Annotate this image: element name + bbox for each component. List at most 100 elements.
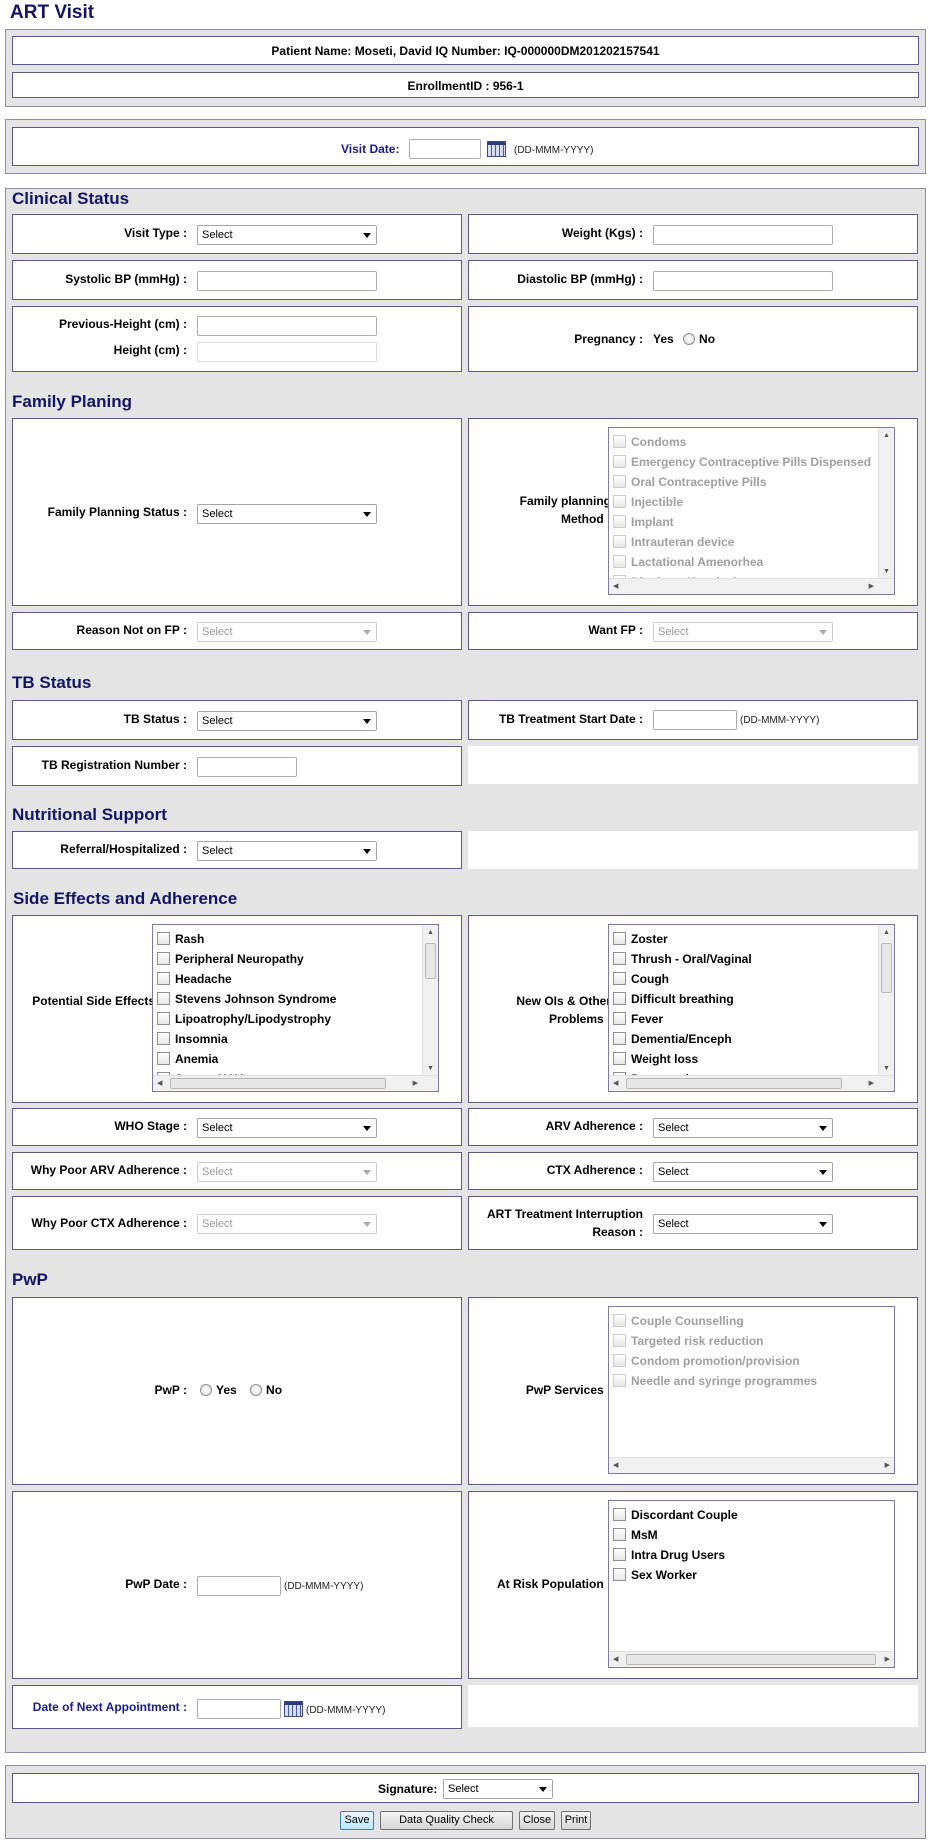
- scroll-up-arrow-icon[interactable]: ▲: [883, 929, 890, 937]
- ctx-adherence-select[interactable]: Select: [653, 1162, 833, 1182]
- scroll-right-arrow-icon[interactable]: ▶: [413, 1080, 418, 1088]
- save-button[interactable]: Save: [340, 1811, 374, 1830]
- list-item[interactable]: Peripheral Neuropathy: [157, 949, 304, 969]
- scrollbar-thumb[interactable]: [881, 943, 892, 993]
- checkbox[interactable]: [613, 555, 626, 568]
- checkbox[interactable]: [613, 1374, 626, 1387]
- data-quality-check-button[interactable]: Data Quality Check: [380, 1811, 513, 1830]
- checkbox[interactable]: [613, 1052, 626, 1065]
- arv-adherence-select[interactable]: Select: [653, 1118, 833, 1138]
- vertical-scrollbar[interactable]: ▲ ▼: [422, 925, 438, 1077]
- new-ois-list[interactable]: Zoster Thrush - Oral/Vaginal Cough Difficul…: [608, 924, 895, 1092]
- scroll-left-arrow-icon[interactable]: ◀: [613, 1080, 618, 1088]
- referral-select[interactable]: Select: [197, 841, 377, 861]
- scroll-down-arrow-icon[interactable]: ▼: [883, 1065, 890, 1073]
- pwp-yes-label[interactable]: Yes: [216, 1383, 237, 1397]
- list-item[interactable]: Oral Contraceptive Pills: [613, 472, 766, 492]
- checkbox[interactable]: [157, 972, 170, 985]
- list-item[interactable]: Difficult breathing: [613, 989, 734, 1009]
- checkbox[interactable]: [613, 972, 626, 985]
- tb-start-input[interactable]: [653, 710, 737, 730]
- scroll-up-arrow-icon[interactable]: ▲: [427, 929, 434, 937]
- interruption-select[interactable]: Select: [653, 1214, 833, 1234]
- scroll-right-arrow-icon[interactable]: ▶: [885, 1656, 890, 1664]
- checkbox[interactable]: [157, 992, 170, 1005]
- next-appointment-input[interactable]: [197, 1699, 281, 1719]
- horizontal-scrollbar[interactable]: ◀ ▶: [609, 1651, 894, 1667]
- horizontal-scrollbar[interactable]: ◀ ▶: [153, 1075, 438, 1091]
- list-item[interactable]: Targeted risk reduction: [613, 1331, 763, 1351]
- reason-not-fp-select[interactable]: Select: [197, 622, 377, 642]
- scroll-down-arrow-icon[interactable]: ▼: [883, 568, 890, 576]
- checkbox[interactable]: [613, 1568, 626, 1581]
- checkbox[interactable]: [613, 535, 626, 548]
- list-item[interactable]: Couple Counselling: [613, 1311, 744, 1331]
- signature-select[interactable]: Select: [443, 1779, 553, 1799]
- list-item[interactable]: Fever: [613, 1009, 663, 1029]
- checkbox[interactable]: [157, 952, 170, 965]
- why-poor-ctx-select[interactable]: Select: [197, 1214, 377, 1234]
- checkbox[interactable]: [157, 1052, 170, 1065]
- close-button[interactable]: Close: [519, 1811, 555, 1830]
- checkbox[interactable]: [613, 992, 626, 1005]
- checkbox[interactable]: [157, 1032, 170, 1045]
- side-effects-list[interactable]: Rash Peripheral Neuropathy Headache Stevens…: [152, 924, 439, 1092]
- horizontal-scrollbar[interactable]: ◀ ▶: [609, 1075, 894, 1091]
- scroll-right-arrow-icon[interactable]: ▶: [885, 1462, 890, 1470]
- checkbox[interactable]: [613, 1528, 626, 1541]
- vertical-scrollbar[interactable]: ▲ ▼: [878, 428, 894, 580]
- checkbox[interactable]: [613, 435, 626, 448]
- list-item[interactable]: Injectible: [613, 492, 683, 512]
- height-input[interactable]: [197, 342, 377, 362]
- list-item[interactable]: Needle and syringe programmes: [613, 1371, 817, 1391]
- horizontal-scrollbar[interactable]: ◀ ▶: [609, 1457, 894, 1473]
- pwp-services-list[interactable]: Couple Counselling Targeted risk reductio…: [608, 1306, 895, 1474]
- list-item[interactable]: Stevens Johnson Syndrome: [157, 989, 336, 1009]
- checkbox[interactable]: [157, 932, 170, 945]
- checkbox[interactable]: [613, 932, 626, 945]
- list-item[interactable]: Dementia/Enceph: [613, 1029, 732, 1049]
- fp-status-select[interactable]: Select: [197, 504, 377, 524]
- pregnancy-no-radio[interactable]: [683, 333, 696, 345]
- scroll-left-arrow-icon[interactable]: ◀: [613, 1656, 618, 1664]
- list-item[interactable]: Insomnia: [157, 1029, 228, 1049]
- checkbox[interactable]: [613, 475, 626, 488]
- visit-date-input[interactable]: [409, 139, 481, 159]
- who-stage-select[interactable]: Select: [197, 1118, 377, 1138]
- scrollbar-thumb[interactable]: [626, 1654, 876, 1665]
- systolic-input[interactable]: [197, 271, 377, 291]
- list-item[interactable]: Headache: [157, 969, 232, 989]
- checkbox[interactable]: [613, 1334, 626, 1347]
- list-item[interactable]: Cough: [613, 969, 669, 989]
- checkbox[interactable]: [157, 1012, 170, 1025]
- weight-input[interactable]: [653, 225, 833, 245]
- scroll-up-arrow-icon[interactable]: ▲: [883, 432, 890, 440]
- checkbox[interactable]: [613, 495, 626, 508]
- scroll-right-arrow-icon[interactable]: ▶: [869, 1080, 874, 1088]
- fp-method-list[interactable]: Condoms Emergency Contraceptive Pills Dis…: [608, 427, 895, 595]
- scroll-right-arrow-icon[interactable]: ▶: [869, 583, 874, 591]
- checkbox[interactable]: [613, 1314, 626, 1327]
- diastolic-input[interactable]: [653, 271, 833, 291]
- checkbox[interactable]: [613, 515, 626, 528]
- pwp-yes-radio[interactable]: [200, 1384, 212, 1396]
- calendar-icon[interactable]: [284, 1701, 303, 1717]
- risk-population-list[interactable]: Discordant Couple MsM Intra Drug Users Sex …: [608, 1500, 895, 1668]
- list-item[interactable]: Intrauteran device: [613, 532, 734, 552]
- visit-type-select[interactable]: Select: [197, 225, 377, 245]
- list-item[interactable]: MsM: [613, 1525, 658, 1545]
- scroll-down-arrow-icon[interactable]: ▼: [427, 1065, 434, 1073]
- checkbox[interactable]: [613, 1548, 626, 1561]
- horizontal-scrollbar[interactable]: ◀ ▶: [609, 578, 894, 594]
- tb-reg-input[interactable]: [197, 757, 297, 777]
- list-item[interactable]: Sex Worker: [613, 1565, 697, 1585]
- checkbox[interactable]: [613, 1012, 626, 1025]
- checkbox[interactable]: [613, 952, 626, 965]
- print-button[interactable]: Print: [561, 1811, 591, 1830]
- list-item[interactable]: Intra Drug Users: [613, 1545, 725, 1565]
- pwp-no-label[interactable]: No: [266, 1383, 282, 1397]
- list-item[interactable]: Anemia: [157, 1049, 218, 1069]
- scroll-left-arrow-icon[interactable]: ◀: [157, 1080, 162, 1088]
- list-item[interactable]: Lactational Amenorhea: [613, 552, 763, 572]
- why-poor-arv-select[interactable]: Select: [197, 1162, 377, 1182]
